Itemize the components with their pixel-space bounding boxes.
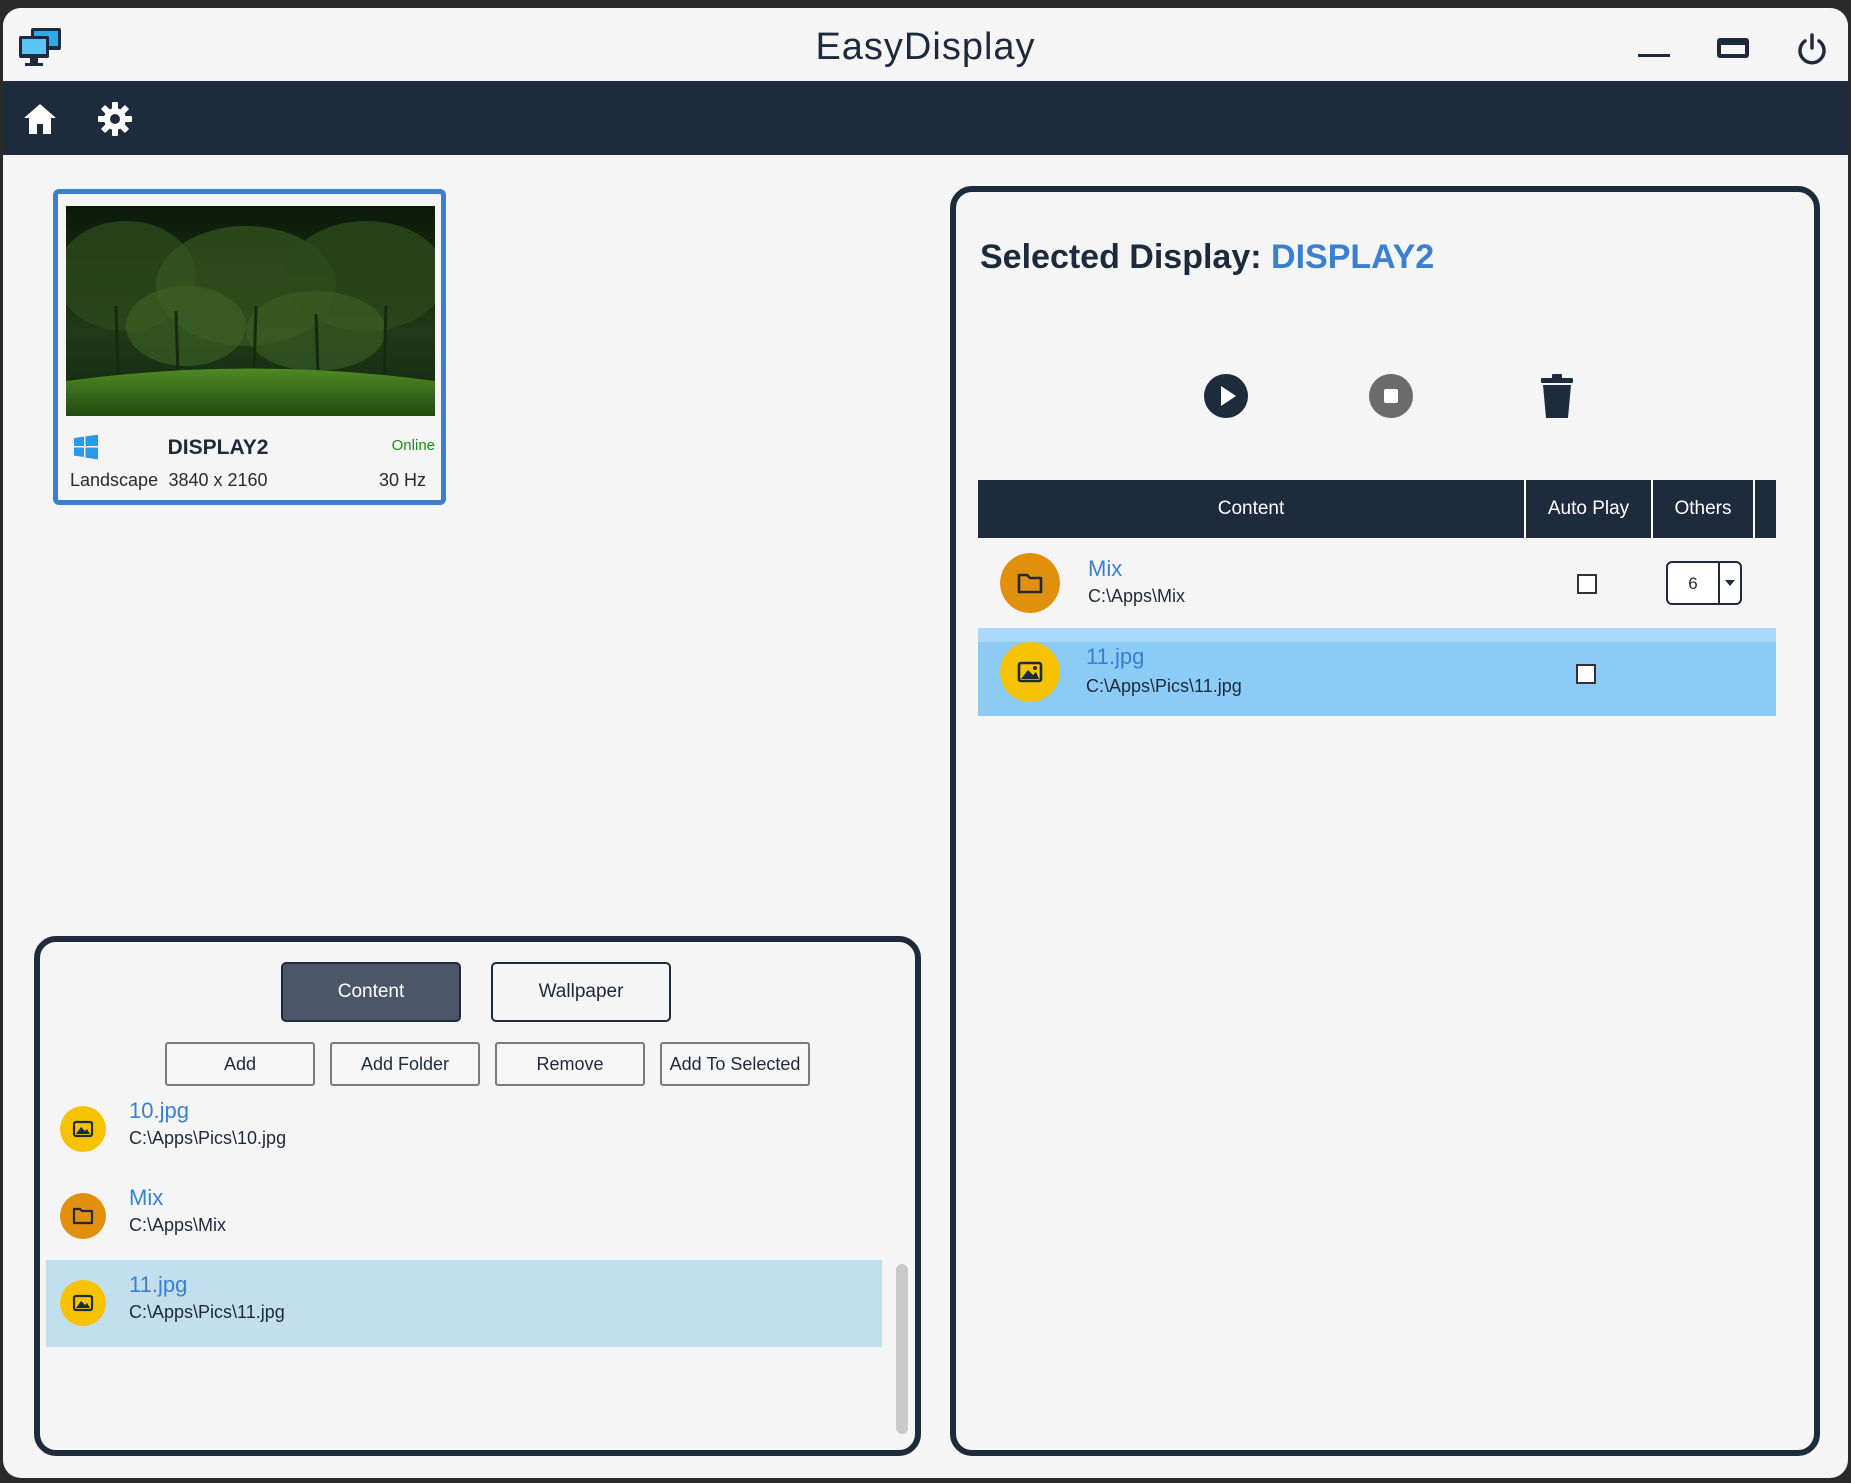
add-to-selected-button[interactable]: Add To Selected xyxy=(660,1042,810,1086)
list-item[interactable]: Mix C:\Apps\Mix xyxy=(46,1173,882,1260)
list-item-path: C:\Apps\Mix xyxy=(129,1215,227,1235)
minimize-icon[interactable] xyxy=(1630,30,1678,68)
settings-icon[interactable] xyxy=(96,100,134,138)
others-dropdown-value: 6 xyxy=(1688,574,1698,593)
list-item[interactable]: 11.jpg C:\Apps\Pics\11.jpg xyxy=(46,1260,882,1347)
row-content-path: C:\Apps\Pics\11.jpg xyxy=(1086,676,1242,696)
display-card[interactable]: DISPLAY2 Online Landscape 3840 x 2160 30… xyxy=(53,189,446,505)
power-icon[interactable] xyxy=(1788,30,1836,68)
list-item-name: Mix xyxy=(129,1185,164,1210)
list-item-name: 11.jpg xyxy=(129,1272,188,1297)
column-header-others[interactable]: Others xyxy=(1653,480,1755,538)
display-resolution: 3840 x 2160 xyxy=(168,470,268,490)
display-orientation: Landscape xyxy=(70,470,159,490)
window-title: EasyDisplay xyxy=(815,26,1036,68)
trash-icon[interactable] xyxy=(1533,372,1581,420)
image-icon xyxy=(1000,642,1060,702)
selected-display-panel: Selected Display: DISPLAY2 Content Auto … xyxy=(950,186,1820,1456)
tab-wallpaper[interactable]: Wallpaper xyxy=(491,962,671,1022)
selected-display-name: DISPLAY2 xyxy=(1271,238,1435,276)
list-item-path: C:\Apps\Pics\10.jpg xyxy=(129,1128,287,1148)
playlist-table: Content Auto Play Others Mix C:\Apps\Mix… xyxy=(978,480,1776,716)
row-content-name: Mix xyxy=(1088,556,1123,581)
image-icon xyxy=(60,1106,106,1152)
app-window: EasyDisplay DISPLAY2 Online Landscape 38… xyxy=(3,8,1848,1478)
display-refresh-rate: 30 Hz xyxy=(378,470,426,490)
row-content-name: 11.jpg xyxy=(1086,644,1145,669)
display-wallpaper-thumbnail xyxy=(66,206,435,416)
nav-bar xyxy=(3,81,1848,155)
column-header-content[interactable]: Content xyxy=(978,480,1526,538)
auto-play-checkbox[interactable] xyxy=(1577,574,1597,594)
column-header-auto-play[interactable]: Auto Play xyxy=(1526,480,1653,538)
play-icon[interactable] xyxy=(1202,372,1250,420)
list-item-path: C:\Apps\Pics\11.jpg xyxy=(129,1302,285,1322)
header-spacer xyxy=(1755,480,1776,538)
row-content-path: C:\Apps\Mix xyxy=(1088,586,1186,606)
add-button[interactable]: Add xyxy=(165,1042,315,1086)
folder-icon xyxy=(1000,553,1060,613)
tab-content[interactable]: Content xyxy=(281,962,461,1022)
selected-display-label: Selected Display: xyxy=(980,238,1262,276)
others-dropdown[interactable]: 6 xyxy=(1666,561,1742,605)
status-badge: Online xyxy=(391,437,435,454)
windows-icon xyxy=(74,434,98,460)
home-icon[interactable] xyxy=(21,100,59,138)
image-icon xyxy=(60,1280,106,1326)
table-row[interactable]: Mix C:\Apps\Mix 6 xyxy=(978,538,1776,628)
table-row[interactable]: 11.jpg C:\Apps\Pics\11.jpg xyxy=(978,628,1776,716)
content-library-panel: Content Wallpaper Add Add Folder Remove … xyxy=(34,936,921,1456)
library-scrollbar[interactable] xyxy=(896,1264,908,1434)
chevron-down-icon[interactable] xyxy=(1718,563,1740,603)
stop-icon[interactable] xyxy=(1367,372,1415,420)
maximize-icon[interactable] xyxy=(1709,30,1757,68)
add-folder-button[interactable]: Add Folder xyxy=(330,1042,480,1086)
remove-button[interactable]: Remove xyxy=(495,1042,645,1086)
list-item[interactable]: 10.jpg C:\Apps\Pics\10.jpg xyxy=(46,1086,882,1173)
list-item-name: 10.jpg xyxy=(129,1098,189,1123)
display-name: DISPLAY2 xyxy=(167,436,269,459)
folder-icon xyxy=(60,1193,106,1239)
selected-display-heading: Selected Display: DISPLAY2 xyxy=(980,238,1434,277)
auto-play-checkbox[interactable] xyxy=(1576,664,1596,684)
title-bar: EasyDisplay xyxy=(3,8,1848,81)
table-header: Content Auto Play Others xyxy=(978,480,1776,538)
